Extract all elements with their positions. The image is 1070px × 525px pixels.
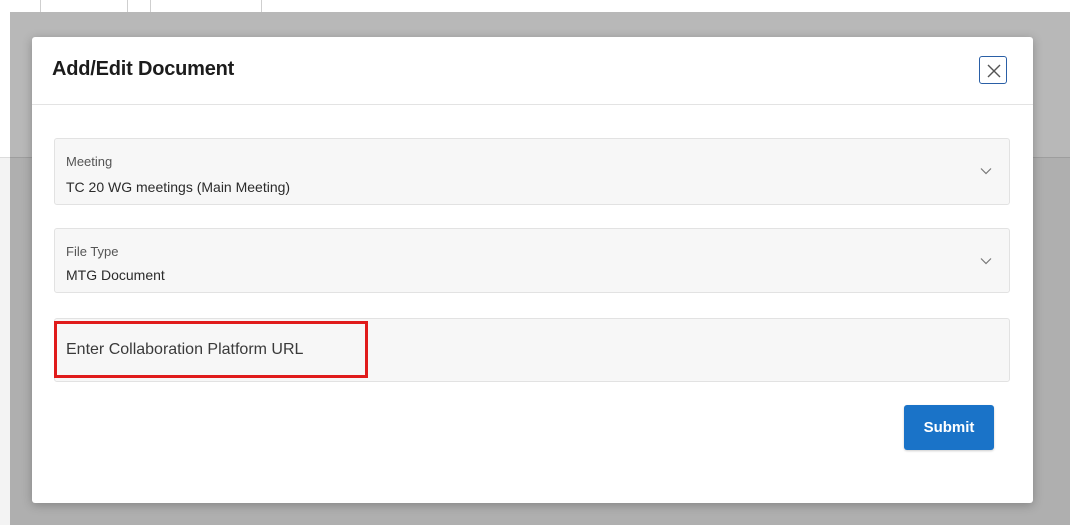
dialog-title: Add/Edit Document [52, 58, 235, 80]
file-type-select[interactable]: File Type MTG Document [54, 228, 1010, 293]
dialog-header: Add/Edit Document [32, 37, 1033, 105]
chevron-down-icon [980, 258, 992, 265]
file-type-label: File Type [66, 244, 119, 259]
close-button[interactable] [979, 56, 1007, 84]
chevron-down-icon [980, 168, 992, 175]
meeting-select[interactable]: Meeting TC 20 WG meetings (Main Meeting) [54, 138, 1010, 205]
meeting-value: TC 20 WG meetings (Main Meeting) [66, 179, 291, 195]
collaboration-url-input[interactable] [56, 320, 1006, 380]
add-edit-document-dialog: Add/Edit Document Meeting TC 20 WG meeti… [32, 37, 1033, 503]
background-toolbar [0, 0, 1070, 16]
close-icon [987, 64, 1001, 78]
collaboration-url-field [54, 318, 1010, 382]
meeting-label: Meeting [66, 154, 113, 169]
file-type-value: MTG Document [66, 267, 165, 283]
submit-button[interactable]: Submit [904, 405, 994, 450]
